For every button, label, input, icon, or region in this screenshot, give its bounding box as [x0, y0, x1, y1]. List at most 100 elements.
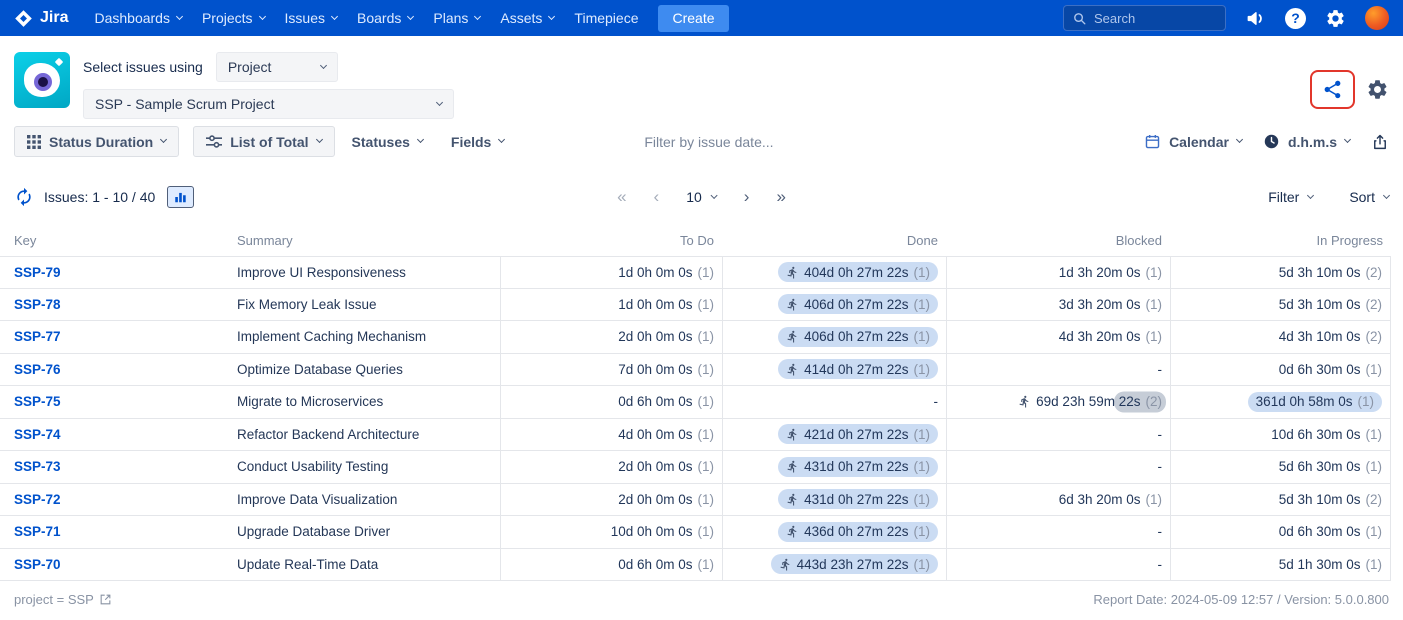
duration-time: - — [1158, 427, 1163, 442]
calendar-icon — [1144, 133, 1161, 150]
megaphone-icon[interactable] — [1245, 8, 1266, 29]
duration-value: 3d 3h 20m 0s(1) — [1059, 297, 1162, 312]
issue-summary-cell: Improve Data Visualization — [223, 484, 500, 516]
duration-value: 406d 0h 27m 22s(1) — [778, 327, 938, 347]
statuses-select[interactable]: Statuses — [352, 134, 423, 150]
table-row: SSP-74Refactor Backend Architecture4d 0h… — [0, 419, 1391, 452]
duration-count: (1) — [914, 492, 931, 507]
global-search[interactable] — [1063, 5, 1226, 31]
duration-time: 2d 0h 0m 0s — [618, 329, 692, 344]
runner-icon — [786, 298, 799, 311]
nav-projects[interactable]: Projects — [192, 0, 275, 36]
prev-page-button[interactable]: ‹ — [654, 187, 660, 207]
report-toolbar: Status Duration List of Total Statuses F… — [0, 124, 1403, 171]
duration-time: 404d 0h 27m 22s — [804, 265, 908, 280]
create-button[interactable]: Create — [658, 5, 728, 32]
issue-key-link[interactable]: SSP-74 — [14, 427, 61, 442]
settings-gear-icon[interactable] — [1366, 78, 1389, 101]
runner-icon — [786, 428, 799, 441]
toolbar-right: Calendar d.h.m.s — [1144, 133, 1389, 151]
time-format-select[interactable]: d.h.m.s — [1263, 133, 1350, 150]
duration-count: (1) — [698, 394, 715, 409]
duration-count: (1) — [914, 265, 931, 280]
duration-time: 406d 0h 27m 22s — [804, 329, 908, 344]
next-page-button[interactable]: › — [744, 187, 750, 207]
issue-key-link[interactable]: SSP-71 — [14, 524, 61, 539]
duration-value: 5d 3h 10m 0s(2) — [1279, 265, 1382, 280]
issue-key-link[interactable]: SSP-70 — [14, 557, 61, 572]
issue-date-filter[interactable]: Filter by issue date... — [644, 134, 773, 150]
issue-key-link[interactable]: SSP-77 — [14, 329, 61, 344]
clock-icon — [1263, 133, 1280, 150]
timepiece-app-icon — [14, 52, 70, 108]
duration-value: 443d 23h 27m 22s(1) — [771, 554, 938, 574]
project-select[interactable]: SSP - Sample Scrum Project — [83, 89, 454, 119]
share-icon[interactable] — [1322, 79, 1343, 100]
runner-icon — [786, 493, 799, 506]
export-icon[interactable] — [1371, 133, 1389, 151]
gear-icon[interactable] — [1325, 8, 1346, 29]
nav-boards-label: Boards — [357, 10, 401, 26]
issue-source-select[interactable]: Project — [216, 52, 338, 82]
pagination-bar: Issues: 1 - 10 / 40 « ‹ 10 › » Filter So… — [0, 171, 1403, 225]
duration-count: (2) — [1366, 265, 1383, 280]
list-type-select[interactable]: List of Total — [193, 126, 334, 157]
issues-table: Key Summary To Do Done Blocked In Progre… — [0, 225, 1391, 581]
sort-menu[interactable]: Sort — [1349, 189, 1389, 205]
chevron-down-icon — [1344, 136, 1351, 143]
duration-count: (1) — [1146, 492, 1163, 507]
bar-chart-icon — [173, 190, 188, 204]
duration-cell: 0d 6h 0m 0s(1) — [500, 386, 722, 418]
user-avatar[interactable] — [1365, 6, 1389, 30]
duration-value: - — [1158, 362, 1163, 377]
duration-cell: 406d 0h 27m 22s(1) — [722, 321, 946, 353]
duration-cell: 5d 3h 10m 0s(2) — [1170, 257, 1390, 288]
last-page-button[interactable]: » — [776, 187, 785, 207]
nav-plans[interactable]: Plans — [423, 0, 490, 36]
nav-issues[interactable]: Issues — [275, 0, 347, 36]
help-icon[interactable]: ? — [1285, 8, 1306, 29]
search-input[interactable] — [1094, 11, 1212, 26]
nav-timepiece[interactable]: Timepiece — [564, 0, 648, 36]
table-row: SSP-71Upgrade Database Driver10d 0h 0m 0… — [0, 516, 1391, 549]
top-navbar: Jira Dashboards Projects Issues Boards P… — [0, 0, 1403, 36]
issue-key-link[interactable]: SSP-72 — [14, 492, 61, 507]
duration-time: - — [1158, 524, 1163, 539]
col-summary: Summary — [223, 233, 500, 248]
filter-menu[interactable]: Filter — [1268, 189, 1313, 205]
jira-logo-text: Jira — [40, 9, 68, 27]
jql-link[interactable]: project = SSP — [14, 592, 112, 607]
issue-key-link[interactable]: SSP-76 — [14, 362, 61, 377]
jira-logo[interactable]: Jira — [14, 9, 68, 28]
issue-summary-cell: Improve UI Responsiveness — [223, 257, 500, 288]
duration-cell: - — [946, 451, 1170, 483]
fields-select[interactable]: Fields — [451, 134, 504, 150]
chevron-down-icon — [259, 12, 266, 19]
duration-time: 1d 0h 0m 0s — [618, 297, 692, 312]
refresh-icon[interactable] — [14, 187, 34, 207]
nav-boards[interactable]: Boards — [347, 0, 423, 36]
duration-value: 2d 0h 0m 0s(1) — [618, 492, 714, 507]
duration-cell: - — [946, 419, 1170, 451]
page-size-select[interactable]: 10 — [686, 189, 717, 205]
nav-assets[interactable]: Assets — [490, 0, 564, 36]
duration-count: (2) — [1366, 329, 1383, 344]
nav-dashboards[interactable]: Dashboards — [84, 0, 192, 36]
filter-menu-label: Filter — [1268, 189, 1299, 205]
first-page-button[interactable]: « — [617, 187, 626, 207]
report-header: Select issues using Project SSP - Sample… — [0, 36, 1403, 124]
duration-count: (1) — [914, 362, 931, 377]
report-type-select[interactable]: Status Duration — [14, 126, 179, 157]
runner-icon — [786, 460, 799, 473]
issue-key-link[interactable]: SSP-75 — [14, 394, 61, 409]
calendar-select[interactable]: Calendar — [1144, 133, 1242, 150]
duration-cell: 5d 1h 30m 0s(1) — [1170, 549, 1390, 581]
issue-key-link[interactable]: SSP-78 — [14, 297, 61, 312]
chart-view-button[interactable] — [167, 186, 194, 208]
duration-cell: 404d 0h 27m 22s (1) — [722, 257, 946, 288]
issue-summary-cell: Implement Caching Mechanism — [223, 321, 500, 353]
issue-key-link[interactable]: SSP-79 — [14, 265, 61, 280]
sort-menu-label: Sort — [1349, 189, 1375, 205]
duration-value: 2d 0h 0m 0s(1) — [618, 459, 714, 474]
issue-key-link[interactable]: SSP-73 — [14, 459, 61, 474]
